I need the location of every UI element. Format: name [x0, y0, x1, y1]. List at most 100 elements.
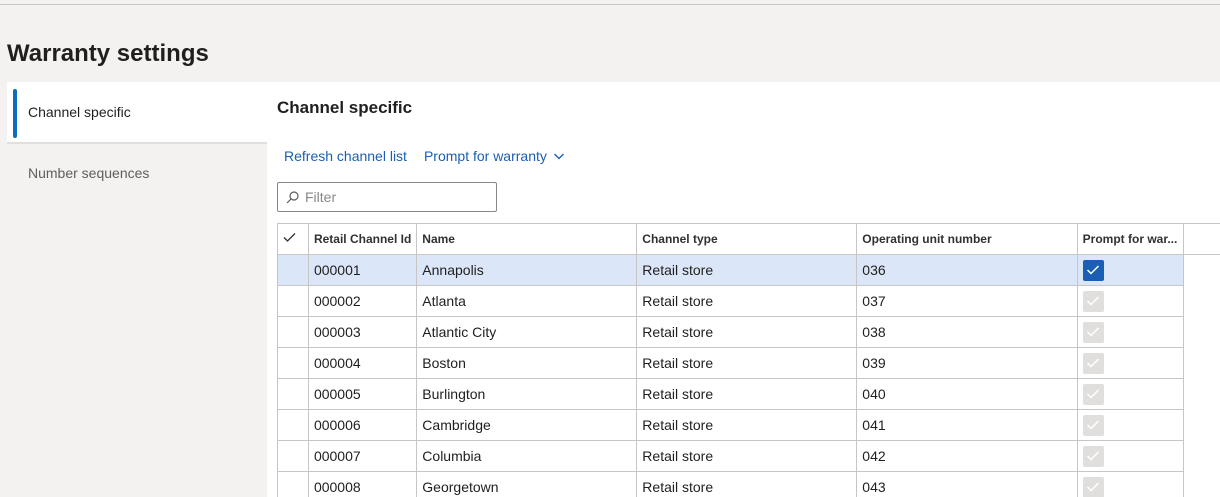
retail-channel-id-cell: 000003: [307, 316, 418, 348]
retail-channel-id-cell: 000008: [307, 471, 418, 497]
retail-channel-id-cell: 000007: [307, 440, 418, 472]
refresh-channel-list-button[interactable]: Refresh channel list: [284, 148, 407, 164]
channel-grid: Retail Channel Id Name Channel type Oper…: [277, 223, 1220, 497]
channel-type-cell: Retail store: [636, 440, 858, 472]
checkmark-icon: [1087, 482, 1100, 492]
page-title: Warranty settings: [7, 40, 209, 67]
filter-input[interactable]: [305, 189, 485, 205]
name-cell: Georgetown: [416, 471, 638, 497]
prompt-for-warranty-checkbox[interactable]: [1082, 259, 1104, 281]
table-row[interactable]: 000008 Georgetown Retail store 043: [277, 471, 1220, 497]
nav-item-number-sequences[interactable]: Number sequences: [7, 146, 267, 200]
row-selector-cell[interactable]: [277, 285, 309, 317]
row-selector-cell[interactable]: [277, 378, 309, 410]
column-header-operating-unit-number[interactable]: Operating unit number: [856, 223, 1078, 255]
checkmark-icon: [1087, 451, 1100, 461]
header-filler: [1183, 223, 1220, 255]
channel-type-cell: Retail store: [636, 471, 858, 497]
row-selector-cell[interactable]: [277, 440, 309, 472]
table-row[interactable]: 000005 Burlington Retail store 040: [277, 378, 1220, 410]
nav-item-channel-specific[interactable]: Channel specific: [7, 82, 267, 144]
section-title: Channel specific: [277, 98, 413, 117]
name-cell: Atlantic City: [416, 316, 638, 348]
checkmark-icon: [1087, 265, 1100, 275]
top-divider: [0, 4, 1220, 5]
prompt-for-warranty-label: Prompt for warranty: [423, 148, 547, 164]
channel-type-cell: Retail store: [636, 316, 858, 348]
channel-type-cell: Retail store: [636, 347, 858, 379]
retail-channel-id-cell: 000004: [307, 347, 418, 379]
select-all-header[interactable]: [277, 223, 309, 255]
prompt-for-warranty-cell[interactable]: [1076, 347, 1184, 379]
table-row[interactable]: 000002 Atlanta Retail store 037: [277, 285, 1220, 317]
retail-channel-id-cell: 000002: [307, 285, 418, 317]
prompt-for-warranty-checkbox[interactable]: [1082, 476, 1104, 497]
operating-unit-number-cell: 042: [856, 440, 1078, 472]
name-cell: Cambridge: [416, 409, 638, 441]
refresh-channel-list-label: Refresh channel list: [284, 148, 407, 164]
name-cell: Atlanta: [416, 285, 638, 317]
main-content: Channel specific Refresh channel list Pr…: [267, 82, 1220, 497]
retail-channel-id-cell: 000001: [307, 254, 418, 286]
table-row[interactable]: 000003 Atlantic City Retail store 038: [277, 316, 1220, 348]
prompt-for-warranty-cell[interactable]: [1076, 285, 1184, 317]
operating-unit-number-cell: 038: [856, 316, 1078, 348]
channel-type-cell: Retail store: [636, 378, 858, 410]
row-selector-cell[interactable]: [277, 471, 309, 497]
prompt-for-warranty-cell[interactable]: [1076, 409, 1184, 441]
table-row[interactable]: 000006 Cambridge Retail store 041: [277, 409, 1220, 441]
row-selector-cell[interactable]: [277, 316, 309, 348]
prompt-for-warranty-cell[interactable]: [1076, 378, 1184, 410]
column-header-channel-type[interactable]: Channel type: [636, 223, 858, 255]
column-header-prompt-for-warranty[interactable]: Prompt for war...: [1076, 223, 1184, 255]
name-cell: Columbia: [416, 440, 638, 472]
operating-unit-number-cell: 039: [856, 347, 1078, 379]
checkmark-icon: [1087, 358, 1100, 368]
chevron-down-icon: [553, 153, 564, 160]
prompt-for-warranty-checkbox[interactable]: [1082, 290, 1104, 312]
retail-channel-id-cell: 000005: [307, 378, 418, 410]
checkmark-icon: [1087, 296, 1100, 306]
action-bar: Refresh channel list Prompt for warranty: [284, 148, 565, 164]
prompt-for-warranty-cell[interactable]: [1076, 316, 1184, 348]
retail-channel-id-cell: 000006: [307, 409, 418, 441]
channel-type-cell: Retail store: [636, 254, 858, 286]
row-selector-cell[interactable]: [277, 254, 309, 286]
search-icon: [286, 190, 299, 203]
operating-unit-number-cell: 037: [856, 285, 1078, 317]
checkmark-icon: [1087, 389, 1100, 399]
table-header-row: Retail Channel Id Name Channel type Oper…: [277, 223, 1220, 255]
filter-box: [277, 182, 497, 212]
name-cell: Annapolis: [416, 254, 638, 286]
prompt-for-warranty-cell[interactable]: [1076, 440, 1184, 472]
row-selector-cell[interactable]: [277, 347, 309, 379]
channel-type-cell: Retail store: [636, 409, 858, 441]
prompt-for-warranty-cell[interactable]: [1076, 471, 1184, 497]
active-indicator: [13, 89, 17, 138]
prompt-for-warranty-checkbox[interactable]: [1082, 383, 1104, 405]
operating-unit-number-cell: 036: [856, 254, 1078, 286]
row-selector-cell[interactable]: [277, 409, 309, 441]
prompt-for-warranty-checkbox[interactable]: [1082, 445, 1104, 467]
table-row[interactable]: 000001 Annapolis Retail store 036: [277, 254, 1220, 286]
prompt-for-warranty-checkbox[interactable]: [1082, 352, 1104, 374]
channel-type-cell: Retail store: [636, 285, 858, 317]
prompt-for-warranty-checkbox[interactable]: [1082, 321, 1104, 343]
nav-item-label: Number sequences: [28, 165, 150, 181]
column-header-name[interactable]: Name: [416, 223, 638, 255]
table-body: 000001 Annapolis Retail store 036 000002 Atla…: [277, 254, 1220, 497]
prompt-for-warranty-menu[interactable]: Prompt for warranty: [424, 148, 565, 164]
table-row[interactable]: 000004 Boston Retail store 039: [277, 347, 1220, 379]
checkmark-icon: [1087, 420, 1100, 430]
prompt-for-warranty-checkbox[interactable]: [1082, 414, 1104, 436]
prompt-for-warranty-cell[interactable]: [1076, 254, 1184, 286]
channel-table: Retail Channel Id Name Channel type Oper…: [277, 223, 1220, 497]
column-header-retail-channel-id[interactable]: Retail Channel Id: [307, 223, 418, 255]
table-row[interactable]: 000007 Columbia Retail store 042: [277, 440, 1220, 472]
checkmark-icon: [1087, 327, 1100, 337]
operating-unit-number-cell: 040: [856, 378, 1078, 410]
operating-unit-number-cell: 041: [856, 409, 1078, 441]
operating-unit-number-cell: 043: [856, 471, 1078, 497]
name-cell: Boston: [416, 347, 638, 379]
side-nav: Channel specific Number sequences: [7, 82, 267, 497]
